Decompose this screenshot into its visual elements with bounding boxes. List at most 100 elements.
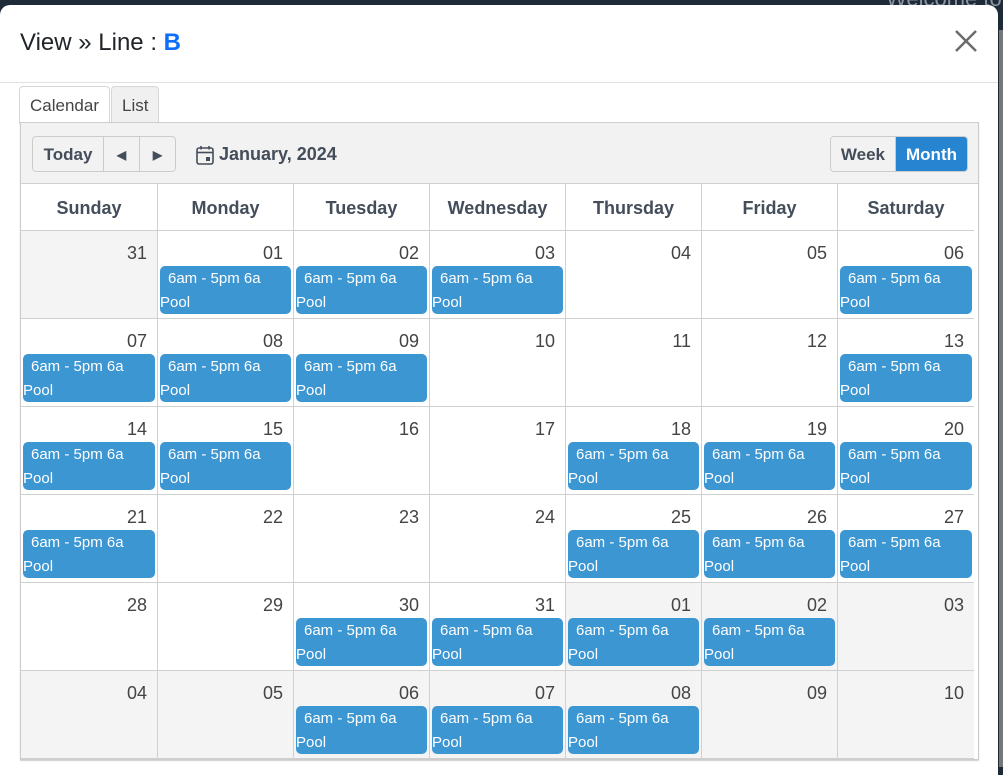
calendar-event[interactable]: 6am - 5pm 6a Pool [568, 530, 699, 578]
calendar-event[interactable]: 6am - 5pm 6a Pool [23, 354, 155, 402]
day-cell[interactable]: 25 6am - 5pm 6a Pool [566, 495, 702, 583]
day-cell[interactable]: 14 6am - 5pm 6a Pool [21, 407, 158, 495]
day-number: 11 [672, 331, 691, 351]
day-cell[interactable]: 17 [430, 407, 566, 495]
prev-button[interactable]: ◀ [104, 137, 140, 171]
event-time: 6am - 5pm 6a [848, 358, 941, 375]
day-cell[interactable]: 07 6am - 5pm 6a Pool [21, 319, 158, 407]
calendar-event[interactable]: 6am - 5pm 6a Pool [704, 618, 835, 666]
next-arrow-icon: ▶ [152, 148, 163, 162]
event-time: 6am - 5pm 6a [168, 358, 261, 375]
day-cell[interactable]: 02 6am - 5pm 6a Pool [294, 231, 430, 319]
day-cell[interactable]: 08 6am - 5pm 6a Pool [566, 671, 702, 759]
today-button[interactable]: Today [33, 137, 104, 171]
view-line-modal: View » Line : B Calendar List Today ◀ ▶ [0, 5, 998, 775]
calendar-event[interactable]: 6am - 5pm 6a Pool [160, 266, 291, 314]
calendar-event[interactable]: 6am - 5pm 6a Pool [840, 530, 972, 578]
calendar-event[interactable]: 6am - 5pm 6a Pool [23, 442, 155, 490]
event-time: 6am - 5pm 6a [848, 446, 941, 463]
day-cell[interactable]: 09 6am - 5pm 6a Pool [294, 319, 430, 407]
day-cell[interactable]: 24 [430, 495, 566, 583]
day-cell[interactable]: 09 [702, 671, 838, 759]
day-cell[interactable]: 16 [294, 407, 430, 495]
day-cell[interactable]: 12 [702, 319, 838, 407]
event-time: 6am - 5pm 6a [304, 710, 397, 727]
calendar-event[interactable]: 6am - 5pm 6a Pool [296, 706, 427, 754]
event-time: 6am - 5pm 6a [440, 710, 533, 727]
close-icon [955, 30, 977, 52]
day-cell[interactable]: 23 [294, 495, 430, 583]
close-button[interactable] [952, 27, 980, 55]
day-cell[interactable]: 10 [838, 671, 974, 759]
day-number: 15 [262, 419, 283, 439]
day-cell[interactable]: 20 6am - 5pm 6a Pool [838, 407, 974, 495]
day-cell[interactable]: 31 [21, 231, 158, 319]
day-cell[interactable]: 04 [566, 231, 702, 319]
day-cell[interactable]: 05 [702, 231, 838, 319]
day-cell[interactable]: 31 6am - 5pm 6a Pool [430, 583, 566, 671]
month-view-button[interactable]: Month [896, 137, 967, 171]
calendar-event[interactable]: 6am - 5pm 6a Pool [160, 442, 291, 490]
calendar-event[interactable]: 6am - 5pm 6a Pool [840, 442, 972, 490]
day-cell[interactable]: 03 [838, 583, 974, 671]
day-number: 09 [806, 683, 827, 703]
day-cell[interactable]: 05 [158, 671, 294, 759]
day-cell[interactable]: 13 6am - 5pm 6a Pool [838, 319, 974, 407]
calendar-event[interactable]: 6am - 5pm 6a Pool [432, 618, 563, 666]
day-cell[interactable]: 29 [158, 583, 294, 671]
modal-title: View » Line : B [20, 29, 181, 57]
calendar-event[interactable]: 6am - 5pm 6a Pool [568, 706, 699, 754]
next-button[interactable]: ▶ [140, 137, 175, 171]
day-cell[interactable]: 02 6am - 5pm 6a Pool [702, 583, 838, 671]
calendar-event[interactable]: 6am - 5pm 6a Pool [296, 354, 427, 402]
day-cell[interactable]: 11 [566, 319, 702, 407]
calendar-event[interactable]: 6am - 5pm 6a Pool [432, 266, 563, 314]
day-number: 03 [943, 595, 964, 615]
day-cell[interactable]: 10 [430, 319, 566, 407]
event-name: Pool [23, 558, 54, 575]
calendar-event[interactable]: 6am - 5pm 6a Pool [568, 442, 699, 490]
day-cell[interactable]: 19 6am - 5pm 6a Pool [702, 407, 838, 495]
current-month: January, 2024 [219, 144, 337, 164]
day-cell[interactable]: 06 6am - 5pm 6a Pool [838, 231, 974, 319]
day-cell[interactable]: 01 6am - 5pm 6a Pool [566, 583, 702, 671]
calendar-event[interactable]: 6am - 5pm 6a Pool [704, 442, 835, 490]
calendar-event[interactable]: 6am - 5pm 6a Pool [432, 706, 563, 754]
calendar-event[interactable]: 6am - 5pm 6a Pool [704, 530, 835, 578]
calendar-icon [196, 145, 214, 165]
event-time: 6am - 5pm 6a [168, 446, 261, 463]
calendar-event[interactable]: 6am - 5pm 6a Pool [840, 266, 972, 314]
day-cell[interactable]: 27 6am - 5pm 6a Pool [838, 495, 974, 583]
day-cell[interactable]: 26 6am - 5pm 6a Pool [702, 495, 838, 583]
day-cell[interactable]: 06 6am - 5pm 6a Pool [294, 671, 430, 759]
day-cell[interactable]: 04 [21, 671, 158, 759]
calendar-event[interactable]: 6am - 5pm 6a Pool [840, 354, 972, 402]
weekday-header: Sunday [21, 184, 158, 231]
day-cell[interactable]: 21 6am - 5pm 6a Pool [21, 495, 158, 583]
day-number: 10 [943, 683, 964, 703]
tab-calendar[interactable]: Calendar [19, 86, 110, 124]
day-cell[interactable]: 30 6am - 5pm 6a Pool [294, 583, 430, 671]
calendar-event[interactable]: 6am - 5pm 6a Pool [23, 530, 155, 578]
event-name: Pool [432, 734, 463, 751]
calendar-event[interactable]: 6am - 5pm 6a Pool [296, 266, 427, 314]
day-cell[interactable]: 01 6am - 5pm 6a Pool [158, 231, 294, 319]
calendar-event[interactable]: 6am - 5pm 6a Pool [568, 618, 699, 666]
calendar-event[interactable]: 6am - 5pm 6a Pool [160, 354, 291, 402]
day-number: 14 [126, 419, 147, 439]
calendar-event[interactable]: 6am - 5pm 6a Pool [296, 618, 427, 666]
day-cell[interactable]: 08 6am - 5pm 6a Pool [158, 319, 294, 407]
event-time: 6am - 5pm 6a [31, 534, 124, 551]
week-view-button[interactable]: Week [830, 137, 897, 171]
day-cell[interactable]: 18 6am - 5pm 6a Pool [566, 407, 702, 495]
day-cell[interactable]: 15 6am - 5pm 6a Pool [158, 407, 294, 495]
event-time: 6am - 5pm 6a [576, 710, 669, 727]
day-number: 07 [534, 683, 555, 703]
day-number: 02 [806, 595, 827, 615]
event-name: Pool [296, 382, 327, 399]
day-cell[interactable]: 03 6am - 5pm 6a Pool [430, 231, 566, 319]
day-cell[interactable]: 28 [21, 583, 158, 671]
day-cell[interactable]: 07 6am - 5pm 6a Pool [430, 671, 566, 759]
day-cell[interactable]: 22 [158, 495, 294, 583]
tab-list[interactable]: List [111, 86, 160, 123]
